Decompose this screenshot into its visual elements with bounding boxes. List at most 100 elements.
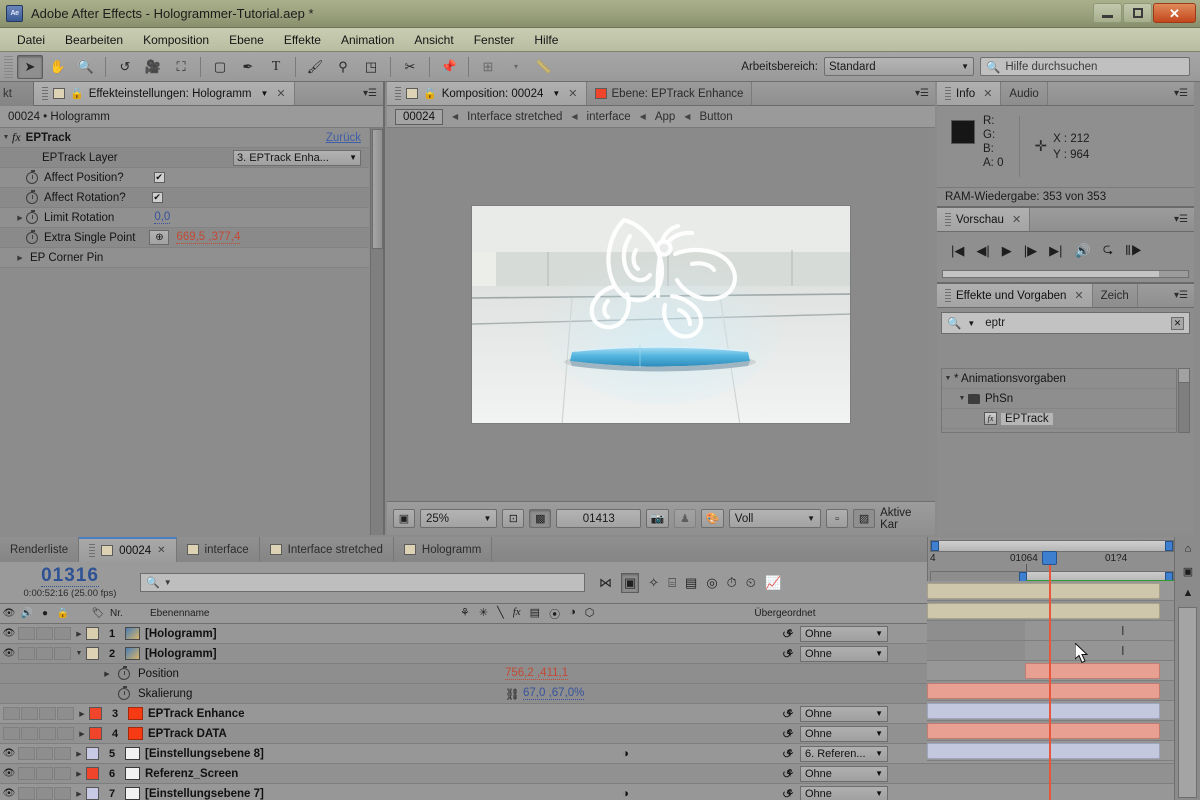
panel-menu-icon[interactable]: ▾☰ [1168, 208, 1194, 231]
comp-family-icon[interactable]: ▣ [1177, 561, 1199, 581]
layer-name[interactable]: EPTrack Enhance [148, 708, 245, 720]
tab-effekte-vorgaben[interactable]: Effekte und Vorgaben ✕ [937, 284, 1093, 307]
chevron-down-icon[interactable]: ▼ [164, 578, 172, 587]
property-row-affect-rotation[interactable]: Affect Rotation? ✔ [0, 188, 369, 208]
help-search-input[interactable]: 🔍 Hilfe durchsuchen [980, 57, 1190, 76]
clone-stamp-tool-icon[interactable]: ⚲ [330, 55, 356, 79]
property-row-eptrack-layer[interactable]: EPTrack Layer 3. EPTrack Enha... ▼ [0, 148, 369, 168]
clear-search-icon[interactable]: ✕ [1171, 316, 1184, 330]
parent-pickwhip-icon[interactable]: ↺ [782, 787, 792, 800]
stopwatch-icon[interactable] [118, 665, 130, 680]
visibility-toggle-icon[interactable]: 👁 [0, 788, 18, 799]
tab-layer-eptrack-enhance[interactable]: Ebene: EPTrack Enhance [586, 82, 753, 105]
close-icon[interactable]: ✕ [568, 87, 577, 100]
roto-brush-tool-icon[interactable]: ✂ [397, 55, 423, 79]
tab-renderliste[interactable]: Renderliste [0, 537, 80, 562]
property-row-affect-position[interactable]: Affect Position? ✔ [0, 168, 369, 188]
menu-bearbeiten[interactable]: Bearbeiten [56, 30, 132, 50]
parent-select[interactable]: Ohne ▼ [800, 705, 888, 722]
always-preview-icon[interactable]: ▣ [393, 509, 415, 528]
parent-select[interactable]: Ohne ▼ [800, 785, 888, 800]
label-color-swatch[interactable] [86, 767, 99, 780]
limit-rotation-value[interactable]: 0,0 [154, 211, 171, 224]
breadcrumb-item-4[interactable]: Button [699, 111, 732, 123]
snapshot-icon[interactable]: 📷 [646, 509, 669, 528]
prev-frame-icon[interactable]: ◀| [976, 243, 989, 259]
snap-dropdown-icon[interactable]: ▾ [503, 55, 529, 79]
region-toggle-icon[interactable]: ▫ [826, 509, 849, 528]
panel-menu-icon[interactable]: ▾☰ [909, 82, 935, 105]
solo-toggle[interactable] [36, 787, 53, 800]
graph-editor-icon[interactable]: 📈 [765, 575, 781, 591]
close-icon[interactable]: ✕ [276, 87, 285, 100]
menu-animation[interactable]: Animation [332, 30, 403, 50]
lock-icon[interactable]: 🔒 [423, 87, 437, 100]
tab-hologramm[interactable]: Hologramm [393, 537, 493, 562]
work-area-start-handle[interactable] [931, 541, 939, 551]
parent-select[interactable]: Ohne ▼ [800, 725, 888, 742]
tab-interface[interactable]: interface [176, 537, 260, 562]
audio-toggle[interactable] [18, 647, 35, 660]
layer-name[interactable]: Referenz_Screen [145, 768, 238, 780]
scale-value[interactable]: 67,0 ,67,0% [523, 687, 585, 700]
resolution-select[interactable]: Voll ▼ [728, 509, 822, 528]
close-icon[interactable]: ✕ [1012, 213, 1021, 226]
current-time-field[interactable]: 01413 [556, 509, 642, 528]
visibility-toggle[interactable] [3, 707, 20, 720]
disclosure-triangle-icon[interactable]: ▼ [942, 375, 954, 382]
panel-menu-icon[interactable]: ▾☰ [1168, 284, 1194, 307]
shape-tool-icon[interactable]: ▢ [207, 55, 233, 79]
solo-toggle[interactable] [39, 707, 56, 720]
zoom-level-select[interactable]: 25% ▼ [420, 509, 498, 528]
layer-name[interactable]: [Einstellungsebene 7] [145, 788, 264, 800]
lock-toggle[interactable] [54, 787, 71, 800]
property-row-ep-corner-pin[interactable]: ▶ EP Corner Pin [0, 248, 369, 268]
current-time-indicator[interactable] [1049, 553, 1051, 800]
chevron-down-icon[interactable]: ▼ [967, 319, 975, 328]
parent-select[interactable]: 6. Referen... ▼ [800, 745, 888, 762]
panel-menu-icon[interactable]: ▾☰ [357, 82, 383, 105]
layer-name[interactable]: [Hologramm] [145, 628, 217, 640]
stopwatch-icon[interactable] [26, 209, 38, 224]
audio-toggle[interactable] [18, 747, 35, 760]
show-snapshot-icon[interactable]: ♟ [673, 509, 696, 528]
stopwatch-icon[interactable] [26, 189, 38, 204]
timeline-vertical-scrollbar[interactable] [1178, 607, 1197, 798]
pen-tool-icon[interactable]: ✒ [235, 55, 261, 79]
reset-link[interactable]: Zurück [326, 132, 361, 144]
composition-viewport[interactable] [387, 128, 935, 501]
parent-pickwhip-icon[interactable]: ↺ [782, 647, 792, 661]
layer-duration-bar[interactable] [927, 703, 1160, 719]
tree-item-eptrack-powerpin[interactable]: fx EPTrack...th PowerPin) [942, 429, 1176, 432]
brainstorm-icon[interactable]: ◎ [706, 575, 717, 591]
layer-duration-bar[interactable] [927, 683, 1160, 699]
tab-interface-stretched[interactable]: Interface stretched [259, 537, 394, 562]
last-frame-icon[interactable]: ▶| [1049, 243, 1062, 259]
stopwatch-icon[interactable] [118, 685, 130, 700]
visibility-toggle-icon[interactable]: 👁 [0, 768, 18, 779]
first-frame-icon[interactable]: |◀ [951, 243, 964, 259]
audio-icon[interactable]: 🔊 [1075, 243, 1091, 259]
menu-fenster[interactable]: Fenster [465, 30, 524, 50]
layer-duration-bar[interactable] [927, 583, 1160, 599]
tree-item-animationsvorgaben[interactable]: ▼ * Animationsvorgaben [942, 369, 1176, 389]
scroll-up-arrow-icon[interactable]: ▲ [1177, 583, 1199, 603]
disclosure-triangle-icon[interactable]: ▶ [14, 254, 26, 262]
mask-toggle-icon[interactable]: ▨ [853, 509, 876, 528]
chevron-down-icon[interactable]: ▼ [552, 89, 560, 98]
brush-tool-icon[interactable]: 🖌 [302, 55, 328, 79]
layer-name[interactable]: EPTrack DATA [148, 728, 227, 740]
current-time-display[interactable]: 01316 0:00:52:16 (25.00 fps) [0, 566, 140, 600]
text-tool-icon[interactable]: T [263, 55, 289, 79]
composition-mini-flowchart-icon[interactable]: ⋈ [599, 575, 612, 591]
parent-select[interactable]: Ohne ▼ [800, 625, 888, 642]
label-color-swatch[interactable] [89, 707, 102, 720]
snap-toggle-icon[interactable]: ⊞ [475, 55, 501, 79]
disclosure-triangle-icon[interactable]: ▶ [72, 790, 86, 798]
audio-toggle[interactable] [21, 707, 38, 720]
layer-duration-bar[interactable] [1025, 663, 1160, 679]
scroll-up-arrow-icon[interactable] [1179, 369, 1189, 383]
effects-search-input[interactable]: 🔍 ▼ eptr ✕ [941, 312, 1190, 334]
parent-select[interactable]: Ohne ▼ [800, 765, 888, 782]
affect-rotation-checkbox[interactable]: ✔ [151, 192, 163, 203]
